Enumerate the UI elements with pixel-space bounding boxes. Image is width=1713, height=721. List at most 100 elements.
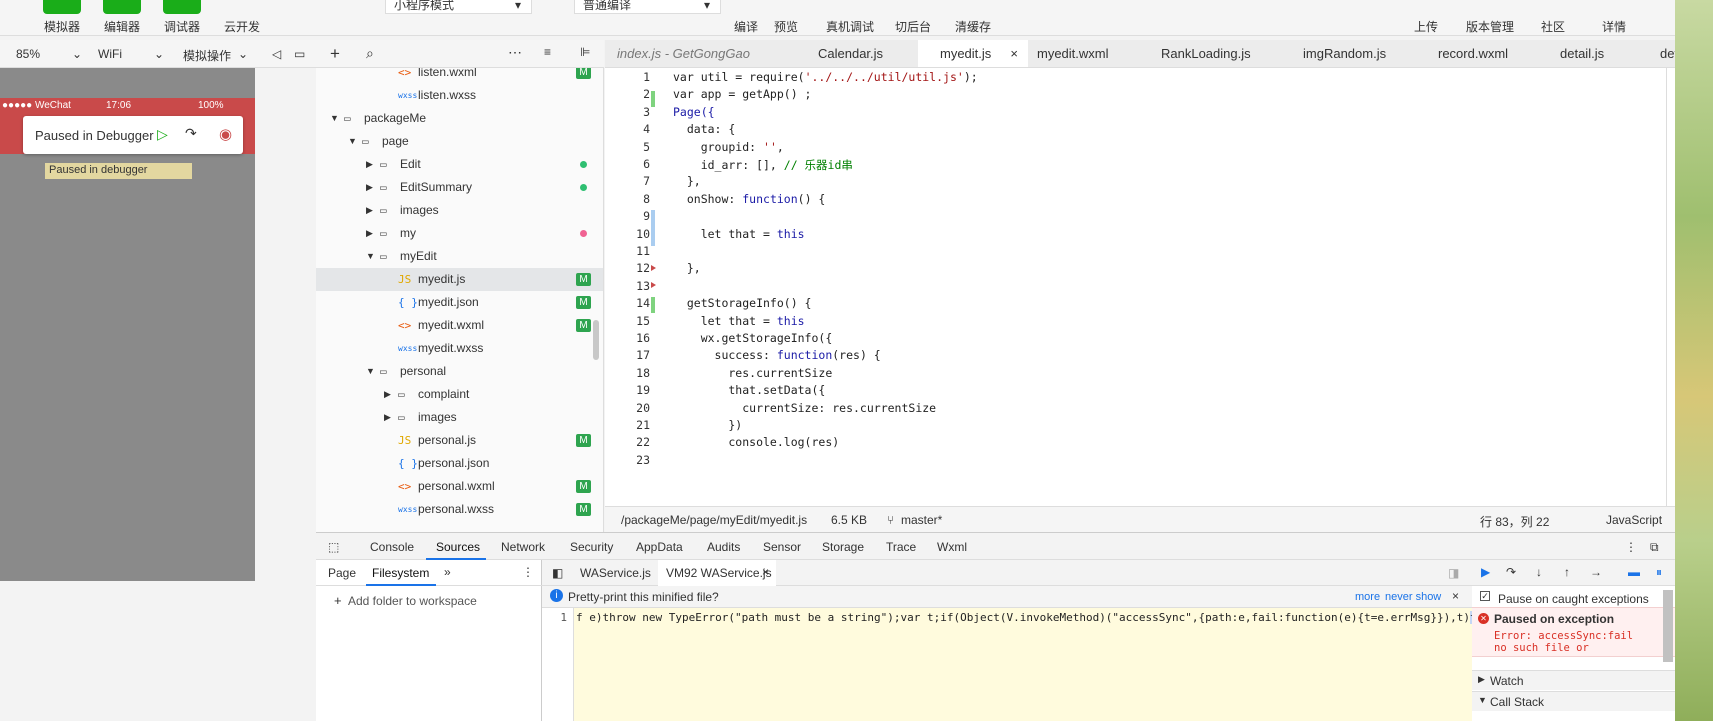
- background-button[interactable]: 切后台: [883, 0, 943, 36]
- zoom-select[interactable]: 85%: [16, 47, 40, 61]
- details-button[interactable]: 详情: [1584, 0, 1644, 36]
- tree-item[interactable]: wxss myedit.wxss: [316, 337, 603, 360]
- tab-page[interactable]: Page: [328, 566, 356, 580]
- chevron-down-icon[interactable]: ▼: [348, 130, 357, 153]
- watch-section[interactable]: ▶ Watch: [1472, 670, 1675, 690]
- tree-item[interactable]: <> myedit.wxml M: [316, 314, 603, 337]
- checkbox-icon[interactable]: ✓: [1480, 591, 1490, 601]
- tab-detail-js[interactable]: detail.js: [1560, 40, 1604, 67]
- step-over-icon[interactable]: ↷: [1506, 565, 1516, 579]
- tab-vm92-waservice-js[interactable]: VM92 WAService.js ×: [658, 560, 776, 586]
- chevron-right-icon[interactable]: ▶: [366, 176, 373, 199]
- close-icon[interactable]: ×: [1010, 40, 1018, 67]
- more-icon[interactable]: ⋯: [508, 44, 522, 61]
- tab-wxml[interactable]: Wxml: [937, 540, 967, 554]
- volume-icon[interactable]: ◁: [272, 47, 281, 61]
- add-folder-link[interactable]: Add folder to workspace: [348, 594, 477, 608]
- tab-calendar-js[interactable]: Calendar.js: [818, 40, 883, 67]
- step-over-icon[interactable]: ↷: [185, 125, 197, 142]
- tab-trace[interactable]: Trace: [886, 540, 916, 554]
- toggle-debugger-icon[interactable]: ◨: [1448, 566, 1459, 580]
- chevron-right-icon[interactable]: ▶: [384, 383, 391, 406]
- tree-item[interactable]: { } personal.json: [316, 452, 603, 475]
- language-mode[interactable]: JavaScript: [1606, 513, 1662, 527]
- tab-storage[interactable]: Storage: [822, 540, 864, 554]
- tab-myedit-wxml[interactable]: myedit.wxml: [1037, 40, 1109, 67]
- chevron-down-icon[interactable]: ▼: [330, 107, 339, 130]
- tab-det[interactable]: det: [1660, 40, 1675, 67]
- step-out-icon[interactable]: ↑: [1564, 565, 1570, 579]
- tab-imgrandom-js[interactable]: imgRandom.js: [1303, 40, 1386, 67]
- tab-console[interactable]: Console: [370, 540, 414, 554]
- tab-network[interactable]: Network: [501, 540, 545, 554]
- chevrons-right-icon[interactable]: »: [444, 565, 451, 579]
- collapse-icon[interactable]: ≡: [544, 45, 551, 59]
- more-vert-icon[interactable]: ⋮: [1625, 540, 1637, 554]
- chevron-down-icon[interactable]: ▼: [366, 245, 375, 268]
- tab-filesystem[interactable]: Filesystem: [372, 566, 429, 580]
- source-code[interactable]: f e)throw new TypeError("path must be a …: [574, 608, 1472, 721]
- cursor-position[interactable]: 行 83，列 22: [1480, 513, 1549, 530]
- tree-item[interactable]: ▶ ▭ EditSummary: [316, 176, 603, 199]
- tree-item[interactable]: ▶ ▭ images: [316, 406, 603, 429]
- add-icon[interactable]: +: [330, 44, 340, 64]
- tab-rankloading-js[interactable]: RankLoading.js: [1161, 40, 1251, 67]
- tab-record-wxml[interactable]: record.wxml: [1438, 40, 1508, 67]
- pause-on-exceptions-icon[interactable]: ⏸: [1656, 565, 1662, 580]
- tree-item[interactable]: ▼ ▭ personal: [316, 360, 603, 383]
- debugger-button[interactable]: 调试器: [152, 0, 212, 36]
- tree-scrollbar[interactable]: [593, 320, 599, 360]
- tree-item[interactable]: JS personal.js M: [316, 429, 603, 452]
- version-button[interactable]: 版本管理: [1460, 0, 1520, 36]
- simulator-button[interactable]: 模拟器: [32, 0, 92, 36]
- simulate-ops-select[interactable]: 模拟操作: [183, 47, 231, 64]
- tab-security[interactable]: Security: [570, 540, 613, 554]
- network-select[interactable]: WiFi: [98, 47, 122, 61]
- close-icon[interactable]: ×: [1452, 589, 1459, 603]
- step-into-icon[interactable]: ↓: [1536, 565, 1542, 579]
- step-icon[interactable]: →: [1590, 565, 1602, 579]
- editor-button[interactable]: 编辑器: [92, 0, 152, 36]
- more-vert-icon[interactable]: ⋮: [522, 565, 534, 579]
- tab-audits[interactable]: Audits: [707, 540, 740, 554]
- never-show-link[interactable]: never show: [1385, 591, 1441, 603]
- resume-icon[interactable]: ▶: [1481, 565, 1490, 579]
- tree-item[interactable]: ▼ ▭ packageMe: [316, 107, 603, 130]
- chevron-right-icon[interactable]: ▶: [366, 153, 373, 176]
- tree-item[interactable]: ▼ ▭ myEdit: [316, 245, 603, 268]
- community-button[interactable]: 社区: [1523, 0, 1583, 36]
- screen-icon[interactable]: ▭: [294, 47, 305, 61]
- tab-appdata[interactable]: AppData: [636, 540, 683, 554]
- editor-scrollbar[interactable]: [1666, 68, 1667, 506]
- chevron-down-icon[interactable]: ▼: [366, 360, 375, 383]
- tab-index-js[interactable]: index.js - GetGongGao: [617, 40, 750, 67]
- remote-debug-button[interactable]: 真机调试: [820, 0, 880, 36]
- search-icon[interactable]: ⌕: [366, 45, 374, 62]
- resume-icon[interactable]: ▷: [157, 126, 168, 143]
- tree-item[interactable]: ▶ ▭ complaint: [316, 383, 603, 406]
- cloud-dev-button[interactable]: 云开发: [212, 0, 272, 36]
- compile-select[interactable]: 普通编译 ▾: [574, 0, 721, 14]
- tree-item[interactable]: ▶ ▭ images: [316, 199, 603, 222]
- tree-item[interactable]: ▼ ▭ page: [316, 130, 603, 153]
- toggle-navigator-icon[interactable]: ◧: [552, 566, 563, 580]
- sidebar-scrollbar[interactable]: [1663, 590, 1673, 662]
- dock-icon[interactable]: ⧉: [1650, 540, 1659, 555]
- clear-cache-button[interactable]: 清缓存: [943, 0, 1003, 36]
- tree-item[interactable]: wxss listen.wxss: [316, 84, 603, 107]
- preview-button[interactable]: 预览: [756, 0, 816, 36]
- chevron-right-icon[interactable]: ▶: [366, 222, 373, 245]
- mode-select[interactable]: 小程序模式 ▾: [385, 0, 532, 14]
- close-icon[interactable]: ×: [762, 565, 769, 579]
- tab-sources[interactable]: Sources: [436, 540, 480, 554]
- tab-myedit-js[interactable]: myedit.js ×: [918, 40, 1028, 67]
- tree-item[interactable]: { } myedit.json M: [316, 291, 603, 314]
- more-link[interactable]: more: [1355, 591, 1380, 603]
- tab-sensor[interactable]: Sensor: [763, 540, 801, 554]
- tree-item[interactable]: ▶ ▭ my: [316, 222, 603, 245]
- code-editor[interactable]: 1 var util = require('../../../util/util.…: [605, 68, 1675, 506]
- chevron-right-icon[interactable]: ▶: [366, 199, 373, 222]
- tree-item[interactable]: <> personal.wxml M: [316, 475, 603, 498]
- call-stack-section[interactable]: ▼ Call Stack: [1472, 691, 1675, 711]
- inspect-icon[interactable]: ⬚: [328, 540, 339, 554]
